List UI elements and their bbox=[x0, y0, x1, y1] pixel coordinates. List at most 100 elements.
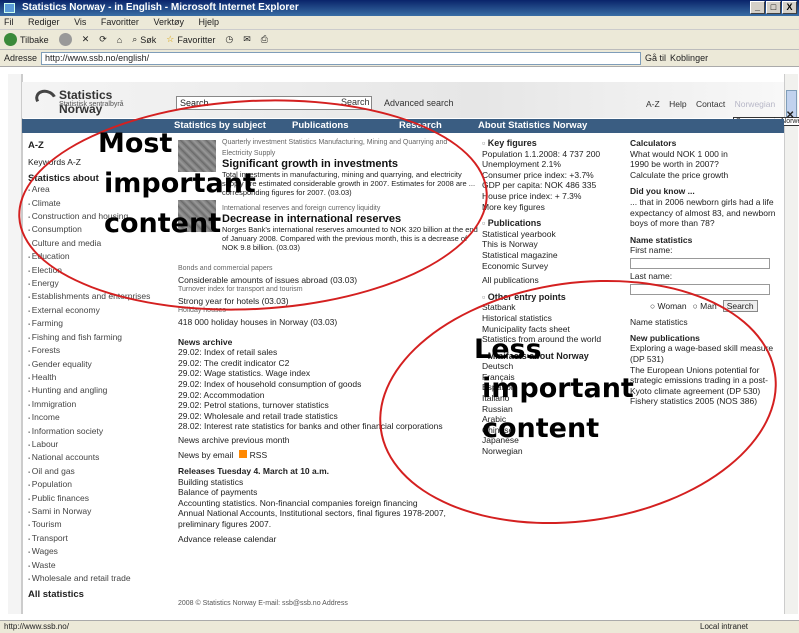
minimize-button[interactable]: _ bbox=[750, 1, 765, 14]
links-button[interactable]: Koblinger bbox=[670, 53, 708, 63]
key-figure: Population 1.1.2008: 4 737 200 bbox=[482, 148, 601, 159]
search-icon: ⌕ bbox=[132, 34, 138, 44]
menu-favorites[interactable]: Favoritter bbox=[101, 17, 139, 27]
close-icon[interactable]: ✕ bbox=[786, 110, 794, 121]
rss-label: RSS bbox=[249, 450, 268, 461]
favorites-button[interactable]: ☆ Favoritter bbox=[166, 34, 215, 45]
az-link[interactable]: A-Z bbox=[646, 99, 660, 109]
key-figures-list: Population 1.1.2008: 4 737 200 Unemployme… bbox=[482, 149, 614, 202]
more-key-figures-link[interactable]: More key figures bbox=[482, 202, 614, 213]
news-by-email-link[interactable]: News by email bbox=[178, 450, 233, 461]
subject-link[interactable]: Forests bbox=[28, 345, 170, 358]
first-name-input[interactable] bbox=[630, 257, 770, 269]
first-name-label: First name: bbox=[630, 245, 673, 256]
did-you-know-heading: Did you know ... bbox=[630, 186, 695, 197]
publication-link[interactable]: Economic Survey bbox=[482, 261, 614, 272]
window-titlebar: Statistics Norway - in English - Microso… bbox=[0, 0, 799, 16]
important-annotation-2: important bbox=[482, 373, 634, 404]
status-zone: Local intranet bbox=[700, 622, 749, 631]
menu-edit[interactable]: Rediger bbox=[28, 17, 60, 27]
release-item[interactable]: Annual National Accounts, Institutional … bbox=[178, 508, 478, 529]
menu-help[interactable]: Hjelp bbox=[198, 17, 219, 27]
release-item[interactable]: Accounting statistics. Non-financial com… bbox=[178, 498, 478, 509]
release-calendar-link[interactable]: Advance release calendar bbox=[178, 534, 478, 545]
subject-link[interactable]: Population bbox=[28, 479, 170, 492]
name-statistics-heading: Name statistics bbox=[630, 234, 693, 245]
did-you-know-text: ... that in 2006 newborn girls had a lif… bbox=[630, 196, 776, 229]
publications-list: Statistical yearbook This is Norway Statis… bbox=[482, 229, 614, 271]
contact-link[interactable]: Contact bbox=[696, 99, 725, 109]
ie-icon bbox=[4, 3, 15, 13]
menu-bar: Fil Rediger Vis Favoritter Verktøy Hjelp bbox=[0, 16, 799, 30]
subject-link[interactable]: Farming bbox=[28, 318, 170, 331]
content-annotation-1: content bbox=[104, 208, 222, 239]
mail-icon[interactable]: ✉ bbox=[243, 34, 251, 45]
search-label: Søk bbox=[140, 34, 157, 45]
star-icon: ☆ bbox=[166, 34, 175, 44]
subject-link[interactable]: Tourism bbox=[28, 519, 170, 532]
address-label: Adresse bbox=[4, 53, 38, 63]
rss-link[interactable]: RSS bbox=[239, 450, 267, 461]
content-annotation-2: content bbox=[482, 413, 600, 444]
logo-subname: Statistisk sentralbyrå bbox=[59, 101, 124, 108]
vertical-scrollbar[interactable] bbox=[784, 74, 798, 614]
short3-link[interactable]: 418 000 holiday houses in Norway (03.03) bbox=[178, 317, 478, 328]
publication-link[interactable]: Statistical magazine bbox=[482, 250, 614, 261]
close-button[interactable]: X bbox=[782, 1, 797, 14]
advanced-search-link[interactable]: Advanced search bbox=[384, 98, 454, 108]
key-figure: Unemployment 2.1% bbox=[482, 159, 561, 170]
home-icon[interactable]: ⌂ bbox=[117, 35, 122, 45]
forward-button[interactable] bbox=[58, 33, 72, 46]
calculate-link[interactable]: Calculate the price growth bbox=[630, 170, 780, 181]
subject-link[interactable]: Health bbox=[28, 372, 170, 385]
status-url: http://www.ssb.no/ bbox=[4, 622, 69, 631]
nav-about[interactable]: About Statistics Norway bbox=[478, 120, 587, 131]
all-statistics-link[interactable]: All statistics bbox=[28, 589, 170, 600]
back-arrow-icon bbox=[4, 33, 17, 46]
subject-link[interactable]: Gender equality bbox=[28, 359, 170, 372]
key-figures-heading: Key figures bbox=[482, 138, 614, 149]
menu-tools[interactable]: Verktøy bbox=[153, 17, 184, 27]
maximize-button[interactable]: □ bbox=[766, 1, 781, 14]
address-input[interactable]: http://www.ssb.no/english/ bbox=[41, 51, 642, 65]
subject-link[interactable]: Public finances bbox=[28, 493, 170, 506]
subject-link[interactable]: Transport bbox=[28, 533, 170, 546]
norwegian-link[interactable]: Norwegian bbox=[735, 99, 776, 109]
publication-link[interactable]: Statistical yearbook bbox=[482, 229, 614, 240]
key-figure: Consumer price index: +3.7% bbox=[482, 169, 594, 180]
subject-link[interactable]: National accounts bbox=[28, 452, 170, 465]
search-button[interactable]: ⌕ Søk bbox=[132, 34, 156, 45]
subject-link[interactable]: Income bbox=[28, 412, 170, 425]
subject-link[interactable]: Wages bbox=[28, 546, 170, 559]
publication-link[interactable]: This is Norway bbox=[482, 239, 614, 250]
subject-link[interactable]: External economy bbox=[28, 305, 170, 318]
subject-link[interactable]: Waste bbox=[28, 560, 170, 573]
refresh-icon[interactable]: ⟳ bbox=[99, 34, 107, 45]
page-footer: 2008 © Statistics Norway E-mail: ssb@ssb… bbox=[178, 600, 348, 607]
subject-link[interactable]: Wholesale and retail trade bbox=[28, 573, 170, 586]
status-bar: http://www.ssb.no/ Local intranet bbox=[0, 620, 799, 633]
subject-link[interactable]: Hunting and angling bbox=[28, 385, 170, 398]
subject-link[interactable]: Immigration bbox=[28, 399, 170, 412]
stop-icon[interactable]: ✕ bbox=[82, 34, 90, 45]
menu-view[interactable]: Vis bbox=[74, 17, 86, 27]
subject-link[interactable]: Fishing and fish farming bbox=[28, 332, 170, 345]
calculator-text: What would NOK 1 000 in 1990 be worth in… bbox=[630, 148, 728, 170]
top-links: A-Z Help Contact Norwegian bbox=[646, 99, 782, 109]
address-bar: Adresse http://www.ssb.no/english/ Gå ti… bbox=[0, 50, 799, 67]
site-logo[interactable]: Statistics Norway Statistisk sentralbyrå bbox=[32, 86, 145, 116]
menu-file[interactable]: Fil bbox=[4, 17, 14, 27]
subject-link[interactable]: Sami in Norway bbox=[28, 506, 170, 519]
back-label: Tilbake bbox=[20, 34, 49, 45]
subject-link[interactable]: Labour bbox=[28, 439, 170, 452]
help-link[interactable]: Help bbox=[669, 99, 686, 109]
print-icon[interactable]: ⎙ bbox=[261, 34, 268, 45]
subject-link[interactable]: Oil and gas bbox=[28, 466, 170, 479]
back-button[interactable]: Tilbake bbox=[4, 33, 49, 46]
go-button[interactable]: Gå til bbox=[645, 53, 666, 63]
subject-link[interactable]: Information society bbox=[28, 426, 170, 439]
left-panel bbox=[8, 74, 22, 614]
key-figure: House price index: + 7.3% bbox=[482, 190, 582, 201]
history-icon[interactable]: ◷ bbox=[225, 34, 233, 45]
forward-arrow-icon bbox=[58, 33, 72, 46]
